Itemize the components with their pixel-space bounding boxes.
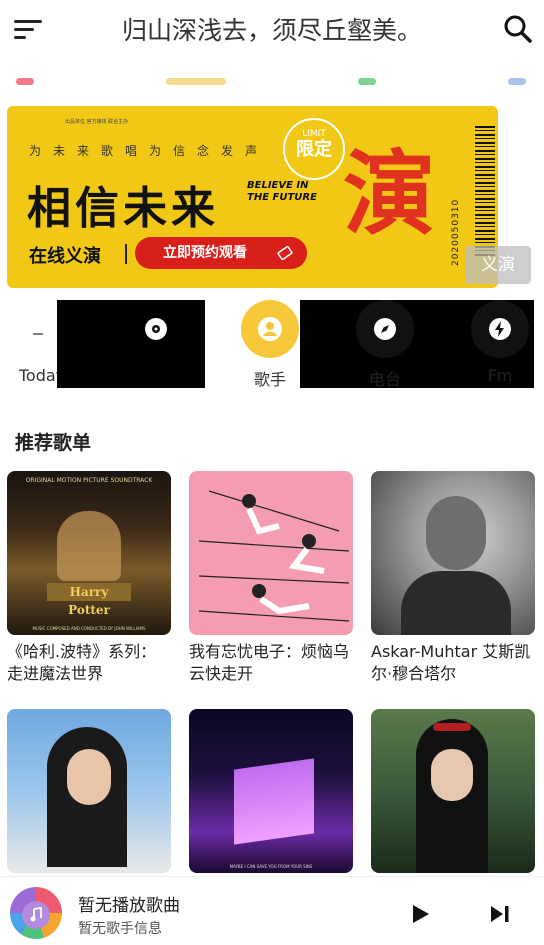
banner-slogan: 为未来歌唱为信念发声 bbox=[29, 144, 270, 158]
category-label: 电台 bbox=[368, 370, 401, 389]
ancient-costume-portrait bbox=[371, 709, 535, 873]
cover-figure bbox=[57, 511, 121, 581]
banner-live-label: 在线义演 bbox=[29, 246, 101, 267]
singer-icon bbox=[241, 300, 299, 358]
ticket-icon bbox=[277, 237, 293, 269]
cover-subtext: MUSIC COMPOSED AND CONDUCTED BY JOHN WIL… bbox=[32, 626, 146, 631]
reserve-button[interactable]: 立即预约观看 bbox=[135, 237, 307, 269]
portrait-face bbox=[431, 749, 473, 801]
window-glow bbox=[234, 758, 314, 845]
banner-serial: 2020050310 bbox=[451, 198, 461, 266]
section-title: 推荐歌单 bbox=[15, 432, 92, 454]
badge-main-text: 限定 bbox=[296, 139, 332, 160]
bolt-icon bbox=[471, 300, 529, 358]
player-cover[interactable] bbox=[10, 887, 62, 939]
purple-window: MAYBE I CAN SAVE YOU FROM YOUR SINS bbox=[189, 709, 353, 873]
playlist-title: 《哈利.波特》系列：走进魔法世界 bbox=[7, 642, 157, 683]
banner-indicator[interactable] bbox=[166, 78, 226, 85]
banner-tag: 义演 bbox=[465, 246, 531, 284]
player-artist: 暂无歌手信息 bbox=[78, 921, 162, 937]
bw-portrait bbox=[371, 471, 535, 635]
cover-logo: Harry Potter bbox=[47, 583, 131, 617]
playlist-title: Askar-Muhtar 艾斯凯尔·穆合塔尔 bbox=[371, 642, 531, 683]
cover-text: MAYBE I CAN SAVE YOU FROM YOUR SINS bbox=[229, 864, 313, 869]
barcode bbox=[475, 126, 495, 256]
banner-english: BELIEVE IN THE FUTURE bbox=[247, 180, 317, 203]
play-icon[interactable] bbox=[406, 900, 434, 928]
playlist-card[interactable] bbox=[7, 709, 171, 879]
portrait-face bbox=[67, 749, 111, 805]
next-icon[interactable] bbox=[486, 900, 514, 928]
category-fm[interactable]: Fm bbox=[450, 300, 544, 385]
disc-icon bbox=[127, 300, 185, 358]
portrait-face bbox=[426, 496, 486, 570]
playlist-card[interactable]: ORIGINAL MOTION PICTURE SOUNDTRACK Harry… bbox=[7, 471, 171, 685]
category-radio[interactable]: 电台 bbox=[335, 300, 435, 390]
banner-headline: 相信未来 bbox=[27, 183, 219, 234]
player-song-title: 暂无播放歌曲 bbox=[78, 896, 180, 916]
playlist-card[interactable]: Askar-Muhtar 艾斯凯尔·穆合塔尔 bbox=[371, 471, 535, 685]
cover-text: ORIGINAL MOTION PICTURE SOUNDTRACK bbox=[25, 477, 153, 484]
banner-indicator[interactable] bbox=[16, 78, 34, 85]
banner-art-glyph: 演 bbox=[343, 140, 436, 248]
playlist-card[interactable]: 我有忘忧电子：烦恼乌云快走开 bbox=[189, 471, 353, 685]
page-title: 归山深浅去，须尽丘壑美。 bbox=[121, 16, 422, 45]
headband bbox=[433, 723, 471, 731]
music-note-icon bbox=[22, 901, 50, 929]
promo-banner[interactable]: 出品单位 官方媒体 联合主办 为未来歌唱为信念发声 相信未来 BELIEVE I… bbox=[7, 106, 498, 288]
banner-divider bbox=[125, 244, 127, 264]
playlist-title: 我有忘忧电子：烦恼乌云快走开 bbox=[189, 642, 350, 683]
playlist-card[interactable]: MAYBE I CAN SAVE YOU FROM YOUR SINS bbox=[189, 709, 353, 879]
category-disc[interactable] bbox=[106, 300, 206, 366]
portrait-body bbox=[401, 571, 511, 635]
banner-indicator[interactable] bbox=[508, 78, 526, 85]
category-label: Fm bbox=[487, 366, 513, 385]
harry-potter-cover: ORIGINAL MOTION PICTURE SOUNDTRACK Harry… bbox=[7, 471, 171, 635]
banner-sponsors: 出品单位 官方媒体 联合主办 bbox=[65, 119, 129, 125]
menu-icon[interactable] bbox=[14, 18, 44, 42]
playlist-card[interactable] bbox=[371, 709, 535, 879]
swing-illustration bbox=[189, 471, 353, 635]
search-icon[interactable] bbox=[503, 14, 533, 44]
badge-top-text: LIMIT bbox=[302, 129, 326, 139]
girl-portrait bbox=[7, 709, 171, 873]
limit-badge: LIMIT 限定 bbox=[283, 118, 345, 180]
compass-icon bbox=[356, 300, 414, 358]
banner-indicator[interactable] bbox=[358, 78, 376, 85]
reserve-label: 立即预约观看 bbox=[163, 245, 247, 261]
